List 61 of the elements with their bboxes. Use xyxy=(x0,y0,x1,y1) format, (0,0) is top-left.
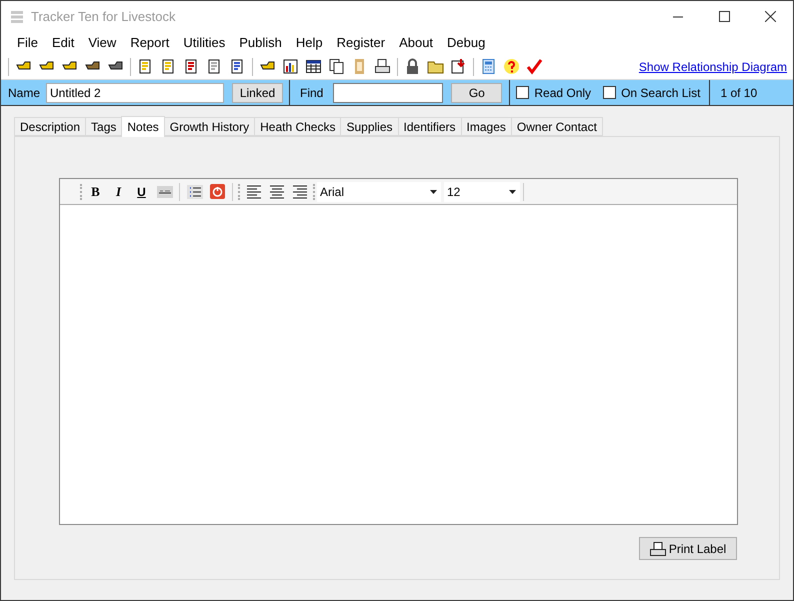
checkbox[interactable] xyxy=(603,86,616,99)
printer-icon xyxy=(650,542,666,556)
strikethrough-icon[interactable] xyxy=(156,186,172,198)
tab[interactable]: Identifiers xyxy=(398,117,462,136)
relationship-diagram-link[interactable]: Show Relationship Diagram xyxy=(638,58,787,76)
align-left-icon[interactable] xyxy=(246,184,262,200)
menu-item[interactable]: Utilities xyxy=(176,33,232,53)
save-icon[interactable] xyxy=(450,58,467,75)
window-title: Tracker Ten for Livestock xyxy=(31,8,176,26)
menu-item[interactable]: Edit xyxy=(44,33,82,53)
format-button[interactable]: I xyxy=(107,182,130,202)
menu-item[interactable]: Publish xyxy=(232,33,289,53)
go-button[interactable]: Go xyxy=(451,82,502,102)
dropdown-arrow-icon[interactable] xyxy=(509,190,516,194)
tab[interactable]: Heath Checks xyxy=(254,117,342,136)
name-field[interactable]: Untitled 2 xyxy=(46,82,224,102)
menu-item[interactable]: Debug xyxy=(440,33,492,53)
help-icon[interactable] xyxy=(503,58,520,75)
align-center-icon[interactable] xyxy=(268,184,284,200)
printer-icon[interactable] xyxy=(374,58,391,75)
linked-button[interactable]: Linked xyxy=(232,82,284,102)
size-dropdown[interactable]: 12 xyxy=(444,182,520,202)
record-counter: 1 of 10 xyxy=(720,84,758,102)
tab[interactable]: Images xyxy=(460,117,512,136)
menu-item[interactable]: About xyxy=(392,33,440,53)
field-label: Find xyxy=(300,84,324,102)
tab[interactable]: Tags xyxy=(85,117,122,136)
close-icon[interactable] xyxy=(764,11,776,22)
app-icon xyxy=(10,10,24,24)
pages-icon[interactable] xyxy=(328,58,345,75)
menu-item[interactable]: Help xyxy=(288,33,330,53)
checkbox-label: Read Only xyxy=(534,84,592,102)
tab[interactable]: Owner Contact xyxy=(510,117,603,136)
maximize-icon[interactable] xyxy=(718,11,730,22)
align-right-icon[interactable] xyxy=(292,184,308,200)
lock-icon[interactable] xyxy=(404,58,421,75)
format-button[interactable]: B xyxy=(84,182,107,202)
menu-item[interactable]: File xyxy=(10,33,45,53)
check-icon[interactable] xyxy=(526,58,543,75)
calculator-icon[interactable] xyxy=(480,58,497,75)
font-dropdown[interactable]: Arial xyxy=(317,182,441,202)
list-icon[interactable] xyxy=(186,184,202,198)
tab[interactable]: Growth History xyxy=(164,117,256,136)
format-button[interactable]: U xyxy=(130,182,153,202)
tab[interactable]: Supplies xyxy=(340,117,399,136)
chart-icon[interactable] xyxy=(282,58,299,75)
power-icon[interactable] xyxy=(210,184,225,199)
menu-item[interactable]: Report xyxy=(123,33,176,53)
tab[interactable]: Notes xyxy=(121,116,165,137)
table-icon[interactable] xyxy=(305,58,322,75)
combo-value: 12 xyxy=(447,184,460,200)
tab[interactable]: Description xyxy=(14,117,86,136)
field-label: Name xyxy=(8,84,40,102)
combo-value: Arial xyxy=(320,184,344,200)
print-label-button[interactable]: Print Label xyxy=(639,537,737,560)
menu-item[interactable]: Register xyxy=(330,33,392,53)
menu-item[interactable]: View xyxy=(81,33,124,53)
checkbox[interactable] xyxy=(516,86,530,99)
checkbox-label: On Search List xyxy=(621,84,700,102)
find-field[interactable] xyxy=(333,82,444,102)
dropdown-arrow-icon[interactable] xyxy=(430,190,437,194)
